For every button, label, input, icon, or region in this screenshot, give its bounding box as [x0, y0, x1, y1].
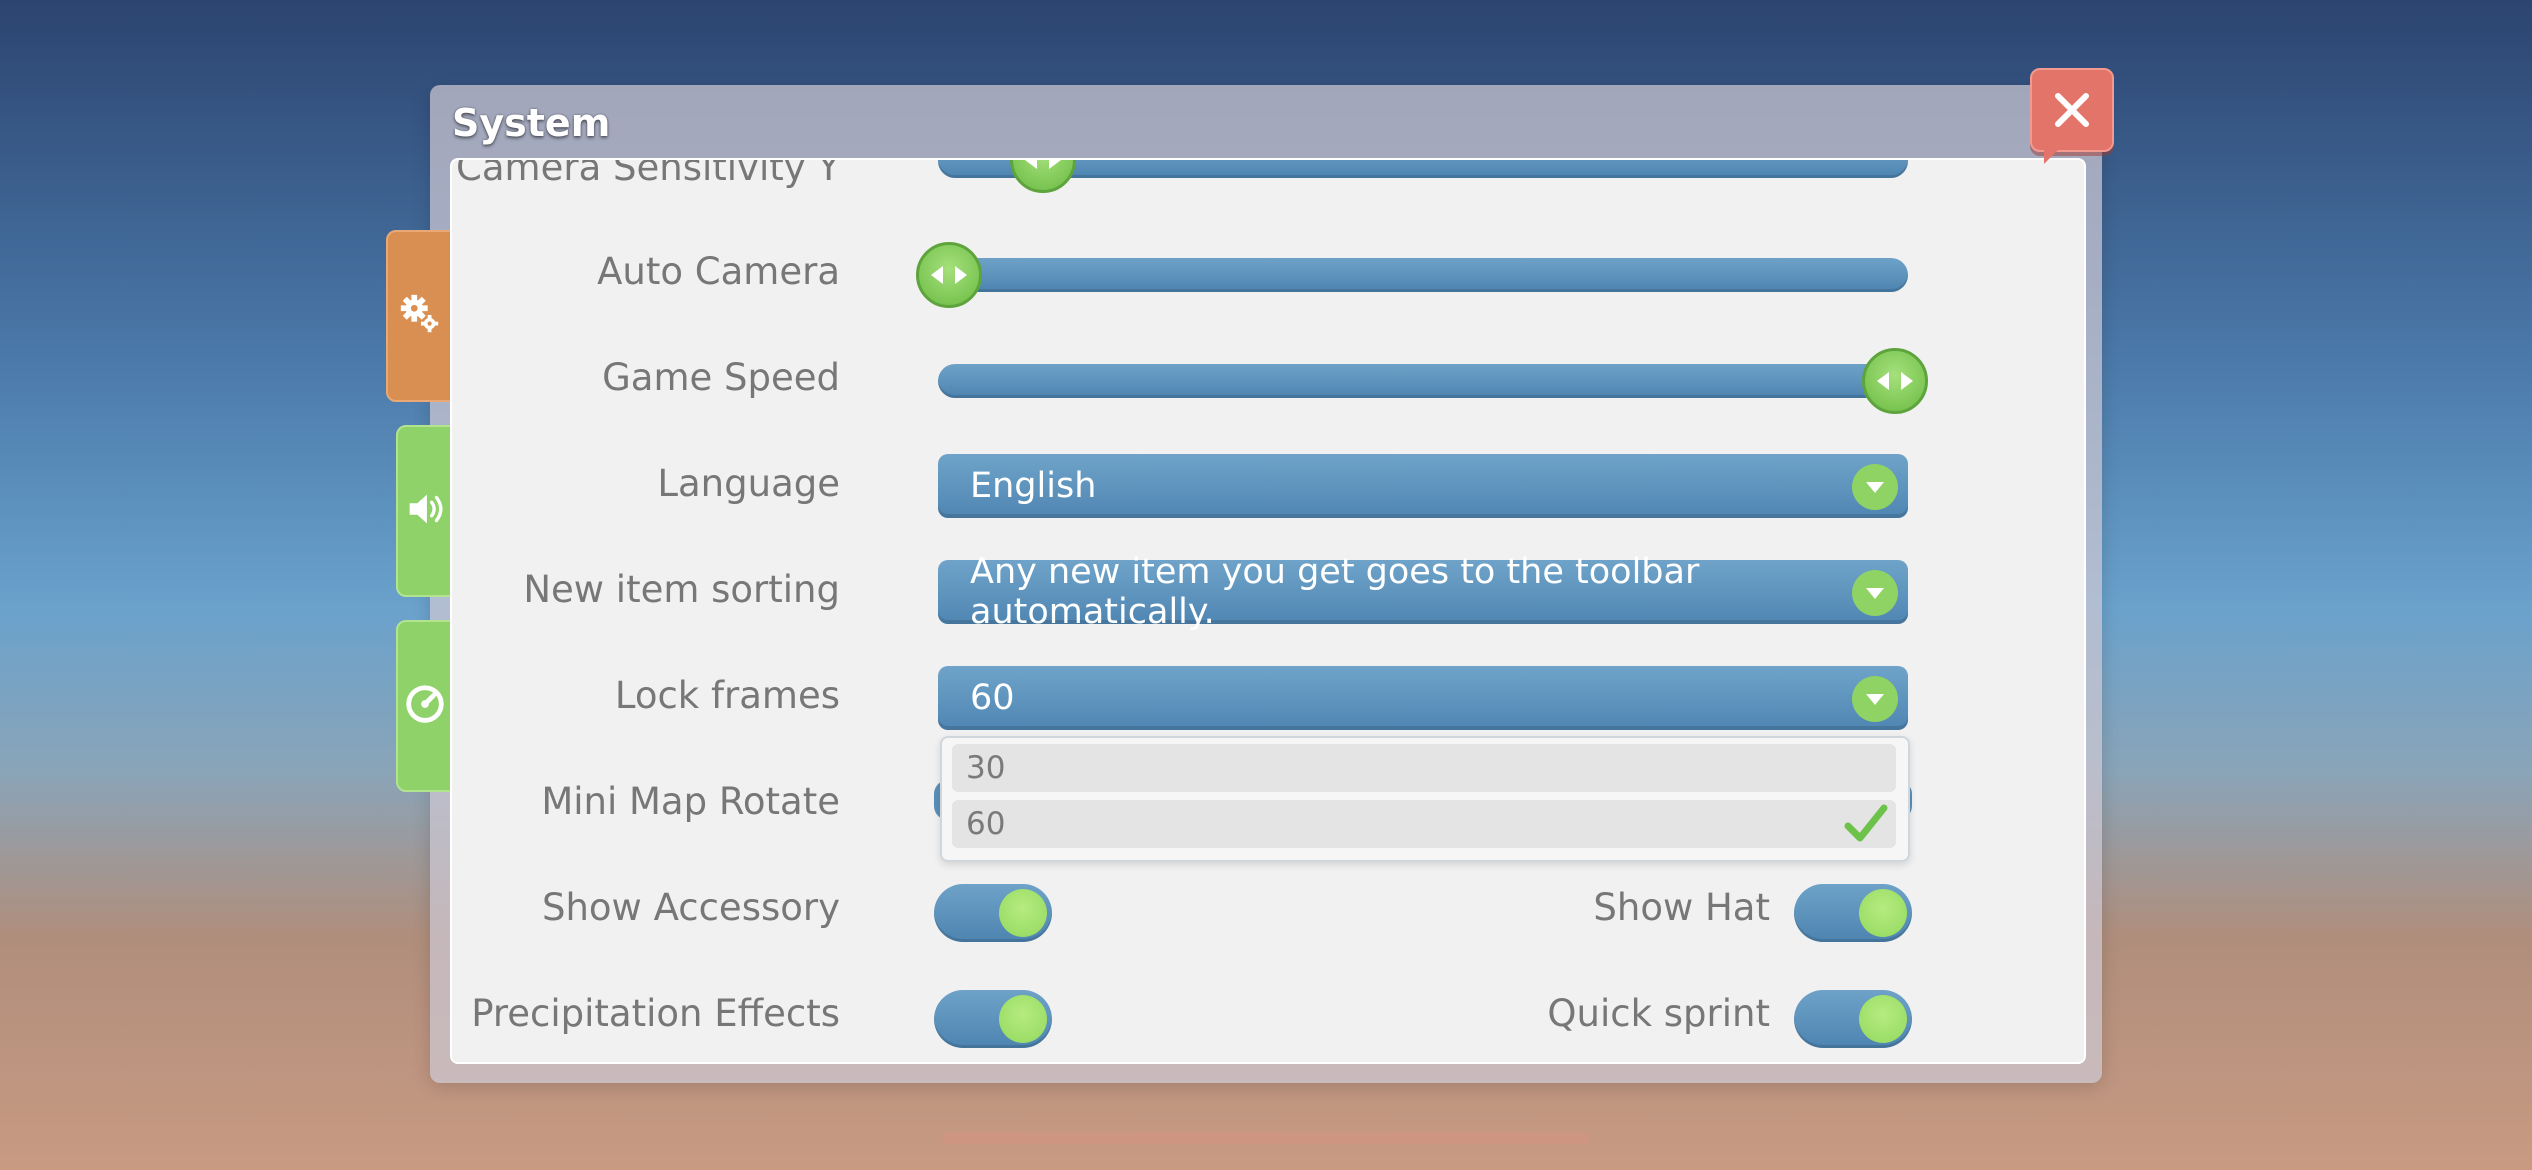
quick-sprint-toggle[interactable] [1794, 990, 1912, 1048]
chevron-down-icon [1852, 464, 1898, 510]
label-lock-frames: Lock frames [614, 674, 840, 717]
label-language: Language [657, 462, 840, 505]
lock-frames-value: 60 [970, 678, 1015, 718]
toggle-thumb [999, 889, 1047, 937]
tab-performance[interactable] [396, 620, 454, 792]
toggle-thumb [1859, 889, 1907, 937]
speedometer-icon [402, 681, 448, 731]
label-mini-map-rotate: Mini Map Rotate [541, 780, 840, 823]
close-button-tail [2044, 150, 2058, 164]
left-right-arrows-icon [931, 266, 967, 284]
checkmark-icon [1844, 804, 1888, 842]
show-hat-toggle[interactable] [1794, 884, 1912, 942]
option-60-label: 60 [966, 806, 1006, 842]
new-item-sorting-dropdown[interactable]: Any new item you get goes to the toolbar… [938, 552, 1908, 632]
show-accessory-toggle[interactable] [934, 884, 1052, 942]
chevron-down-icon [1852, 676, 1898, 722]
label-auto-camera: Auto Camera [597, 250, 840, 293]
close-icon [2055, 93, 2089, 127]
gears-icon [397, 291, 443, 341]
label-show-hat: Show Hat [1593, 886, 1770, 929]
label-new-item-sorting: New item sorting [523, 568, 840, 611]
camera-sensitivity-y-slider[interactable] [938, 160, 1908, 178]
chevron-down-icon [1852, 570, 1898, 616]
label-quick-sprint: Quick sprint [1547, 992, 1770, 1035]
left-right-arrows-icon [1877, 372, 1913, 390]
label-precipitation-effects: Precipitation Effects [471, 992, 840, 1035]
label-game-speed: Game Speed [602, 356, 840, 399]
precipitation-effects-toggle[interactable] [934, 990, 1052, 1048]
tab-general[interactable] [386, 230, 454, 402]
window-title: System [452, 101, 611, 145]
toggle-thumb [1859, 995, 1907, 1043]
lock-frames-options: 30 60 [940, 736, 1910, 862]
option-60[interactable]: 60 [952, 800, 1896, 848]
new-item-sorting-value: Any new item you get goes to the toolbar… [970, 552, 1700, 632]
settings-panel: Camera Sensitivity Y Auto Camera Game Sp… [450, 158, 2086, 1064]
speaker-icon [402, 486, 448, 536]
auto-camera-slider[interactable] [938, 258, 1908, 292]
option-30[interactable]: 30 [952, 744, 1896, 792]
lock-frames-dropdown[interactable]: 60 [938, 666, 1908, 730]
tab-sound[interactable] [396, 425, 454, 597]
home-indicator [942, 1132, 1590, 1144]
left-right-arrows-icon [1025, 160, 1061, 169]
label-camera-sensitivity-y: Camera Sensitivity Y [456, 158, 840, 189]
game-speed-handle[interactable] [1862, 348, 1928, 414]
close-button[interactable] [2030, 68, 2114, 164]
game-speed-slider[interactable] [938, 364, 1908, 398]
language-dropdown[interactable]: English [938, 454, 1908, 518]
label-show-accessory: Show Accessory [541, 886, 840, 929]
auto-camera-handle[interactable] [916, 242, 982, 308]
camera-sensitivity-y-handle[interactable] [1010, 160, 1076, 193]
language-value: English [970, 466, 1097, 506]
toggle-thumb [999, 995, 1047, 1043]
